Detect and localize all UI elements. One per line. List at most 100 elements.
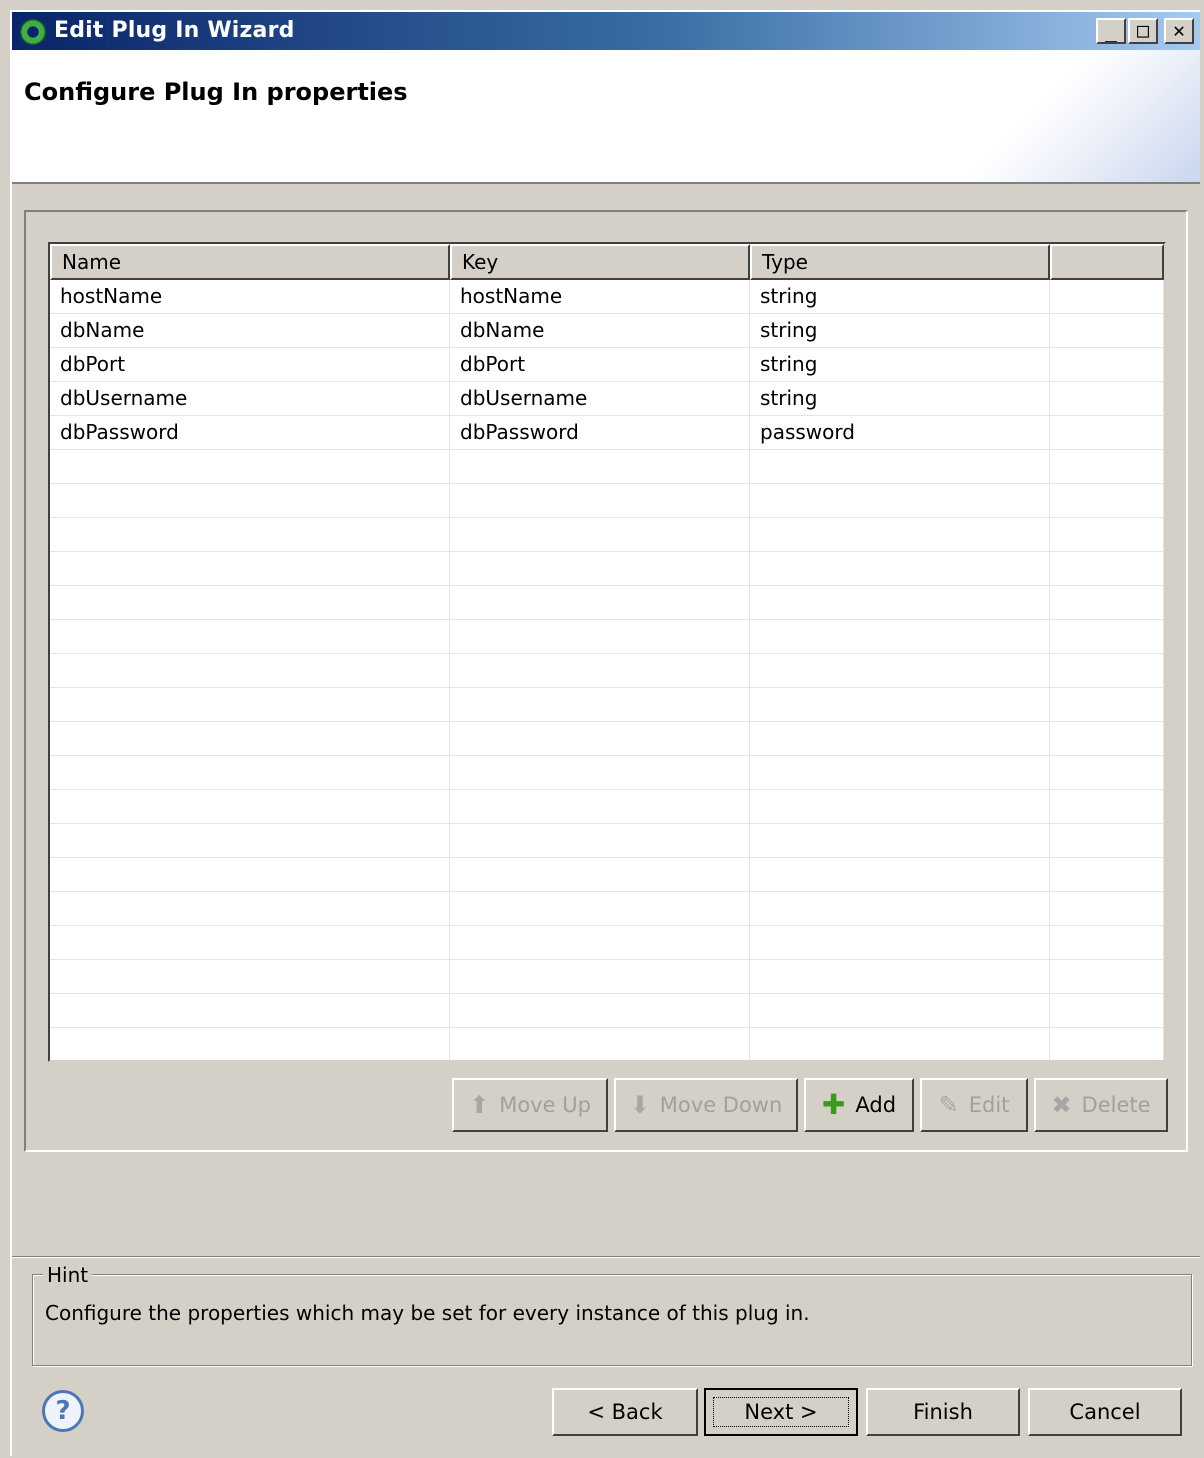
cell-key — [450, 484, 750, 518]
cell-name — [50, 722, 450, 756]
cell-extra — [1050, 926, 1164, 960]
table-body: hostName hostName string dbName dbName s… — [50, 280, 1164, 1060]
cell-extra — [1050, 960, 1164, 994]
edit-icon: ✎ — [938, 1091, 959, 1119]
cell-type — [750, 654, 1050, 688]
cancel-button[interactable]: Cancel — [1028, 1388, 1182, 1436]
empty-table-row — [50, 994, 1164, 1028]
cell-extra — [1050, 620, 1164, 654]
cell-extra — [1050, 382, 1164, 416]
cell-type — [750, 926, 1050, 960]
cell-key — [450, 450, 750, 484]
cell-type — [750, 892, 1050, 926]
table-row[interactable]: dbPort dbPort string — [50, 348, 1164, 382]
hint-group: Hint Configure the properties which may … — [32, 1263, 1192, 1366]
cell-name — [50, 484, 450, 518]
column-header-key[interactable]: Key — [450, 244, 750, 280]
cell-name — [50, 518, 450, 552]
move-down-button[interactable]: ⬇ Move Down — [614, 1078, 798, 1132]
add-button[interactable]: ✚ Add — [804, 1078, 914, 1132]
cell-name — [50, 960, 450, 994]
move-down-label: Move Down — [659, 1093, 783, 1117]
empty-table-row — [50, 824, 1164, 858]
cell-key — [450, 926, 750, 960]
cell-type — [750, 484, 1050, 518]
table-row[interactable]: dbPassword dbPassword password — [50, 416, 1164, 450]
column-header-extra[interactable] — [1050, 244, 1164, 280]
cell-type — [750, 994, 1050, 1028]
cell-extra — [1050, 280, 1164, 314]
finish-button[interactable]: Finish — [866, 1388, 1020, 1436]
empty-table-row — [50, 926, 1164, 960]
cell-key — [450, 790, 750, 824]
cell-key — [450, 824, 750, 858]
cell-extra — [1050, 1028, 1164, 1060]
next-label: Next > — [713, 1397, 849, 1427]
cell-key — [450, 654, 750, 688]
cell-extra — [1050, 892, 1164, 926]
cell-type: string — [750, 314, 1050, 348]
cell-type: password — [750, 416, 1050, 450]
arrow-up-icon: ⬆ — [469, 1091, 490, 1119]
cell-extra — [1050, 688, 1164, 722]
cell-extra — [1050, 586, 1164, 620]
help-icon[interactable]: ? — [42, 1390, 84, 1432]
cell-name: dbName — [50, 314, 450, 348]
empty-table-row — [50, 688, 1164, 722]
next-button[interactable]: Next > — [704, 1388, 858, 1436]
table-row[interactable]: dbName dbName string — [50, 314, 1164, 348]
cell-name — [50, 688, 450, 722]
column-header-type[interactable]: Type — [750, 244, 1050, 280]
cell-name — [50, 654, 450, 688]
cell-type — [750, 586, 1050, 620]
cell-name — [50, 824, 450, 858]
cell-extra — [1050, 790, 1164, 824]
maximize-button[interactable]: □ — [1128, 18, 1158, 44]
cell-type — [750, 824, 1050, 858]
cell-name — [50, 1028, 450, 1060]
empty-table-row — [50, 722, 1164, 756]
cell-key — [450, 586, 750, 620]
cell-key: dbPassword — [450, 416, 750, 450]
cell-name: hostName — [50, 280, 450, 314]
empty-table-row — [50, 620, 1164, 654]
delete-label: Delete — [1081, 1093, 1151, 1117]
cell-extra — [1050, 450, 1164, 484]
cell-key — [450, 858, 750, 892]
cell-type: string — [750, 280, 1050, 314]
properties-table[interactable]: Name Key Type hostName hostName string d… — [48, 242, 1166, 1062]
minimize-button[interactable]: _ — [1096, 18, 1126, 44]
plus-icon: ✚ — [821, 1088, 846, 1121]
cell-key — [450, 1028, 750, 1060]
cell-extra — [1050, 416, 1164, 450]
table-row[interactable]: hostName hostName string — [50, 280, 1164, 314]
empty-table-row — [50, 484, 1164, 518]
edit-button[interactable]: ✎ Edit — [920, 1078, 1028, 1132]
empty-table-row — [50, 450, 1164, 484]
cell-extra — [1050, 654, 1164, 688]
cell-extra — [1050, 994, 1164, 1028]
empty-table-row — [50, 892, 1164, 926]
add-label: Add — [855, 1093, 897, 1117]
cell-extra — [1050, 348, 1164, 382]
app-logo-icon — [20, 19, 46, 45]
close-button[interactable]: ✕ — [1164, 18, 1194, 44]
back-button[interactable]: < Back — [552, 1388, 698, 1436]
empty-table-row — [50, 790, 1164, 824]
cell-key — [450, 756, 750, 790]
table-header: Name Key Type — [50, 244, 1164, 280]
column-header-name[interactable]: Name — [50, 244, 450, 280]
cell-type — [750, 756, 1050, 790]
empty-table-row — [50, 518, 1164, 552]
cell-type — [750, 960, 1050, 994]
cell-extra — [1050, 552, 1164, 586]
empty-table-row — [50, 586, 1164, 620]
cell-extra — [1050, 756, 1164, 790]
move-up-button[interactable]: ⬆ Move Up — [452, 1078, 608, 1132]
table-row[interactable]: dbUsername dbUsername string — [50, 382, 1164, 416]
delete-button[interactable]: ✖ Delete — [1034, 1078, 1168, 1132]
empty-table-row — [50, 858, 1164, 892]
cell-name: dbUsername — [50, 382, 450, 416]
cell-extra — [1050, 858, 1164, 892]
delete-icon: ✖ — [1051, 1091, 1072, 1119]
